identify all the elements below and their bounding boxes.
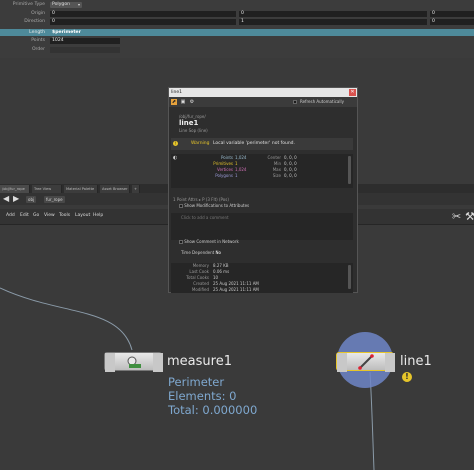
meta-value: 25 Aug 2021 11:11 AM <box>213 287 259 292</box>
gear-icon[interactable]: ⚙ <box>189 99 195 105</box>
forward-arrow-icon[interactable]: ▶ <box>13 195 19 203</box>
node-info-window[interactable]: line1 ✕ ⬈ ▣ ⚙ Refresh Automatically /obj… <box>168 87 358 293</box>
point-attributes: 1 Point Attrs ▸ P (3 Flt) (Pos) <box>173 197 229 202</box>
stat-key: Size <box>272 173 281 178</box>
param-direction: Direction 0 1 0 <box>0 18 474 25</box>
geometry-stats: ◐ Points 1,024 Primitives 1 Vertices 1,0… <box>171 154 353 188</box>
warning-row: ! Warning Local variable 'perimeter' not… <box>171 138 353 150</box>
param-label: Order <box>31 47 45 52</box>
measure-node[interactable] <box>104 352 163 372</box>
menu-edit[interactable]: Edit <box>20 213 29 218</box>
node-type: Line Sop (line) <box>179 128 208 133</box>
param-label: Primitive Type <box>12 2 45 7</box>
add-tab-button[interactable]: + <box>132 185 140 193</box>
stat-value: 1 <box>235 173 238 178</box>
origin-x-field[interactable]: 0 <box>50 10 236 17</box>
warning-label: Warning <box>191 141 210 146</box>
tools-icon[interactable]: ⚒ <box>465 211 474 222</box>
menu-layout[interactable]: Layout <box>75 213 90 218</box>
comment-box[interactable]: Click to add a comment <box>171 213 353 240</box>
param-label: Length <box>29 30 45 35</box>
breadcrumb-obj[interactable]: obj <box>26 196 37 203</box>
order-field[interactable] <box>50 46 120 53</box>
wrench-icon[interactable]: ✂ <box>452 211 461 222</box>
line-node[interactable] <box>336 352 395 372</box>
show-comment-row[interactable]: Show Comment in Network <box>171 239 353 244</box>
breadcrumb-fur-rope[interactable]: fur_rope <box>44 196 65 203</box>
tab-material-palette[interactable]: Material Palette <box>64 185 98 193</box>
warning-text: Local variable 'perimeter' not found. <box>213 141 295 146</box>
time-dependent-label: Time Dependent <box>181 250 215 255</box>
primitive-type-dropdown[interactable]: Polygon ▾ <box>50 1 82 8</box>
tab-network[interactable]: /obj/fur_rope <box>0 185 30 193</box>
tab-asset-browser[interactable]: Asset Browser <box>100 185 130 193</box>
stat-value: 0, 0, 0 <box>284 173 297 178</box>
menu-tools[interactable]: Tools <box>59 213 70 218</box>
info-line: Elements: 0 <box>168 389 237 403</box>
menu-help[interactable]: Help <box>93 213 103 218</box>
parameter-editor: Primitive Type Polygon ▾ Origin 0 0 0 Di… <box>0 0 474 58</box>
show-modifications-label: Show Modifications to Attributes <box>184 203 250 208</box>
dropdown-value: Polygon <box>52 1 71 7</box>
info-toolbar: ⬈ ▣ ⚙ Refresh Automatically <box>169 97 357 107</box>
node-name: line1 <box>179 119 199 127</box>
menu-go[interactable]: Go <box>33 213 39 218</box>
meta-scrollbar[interactable] <box>348 265 351 289</box>
measure-node-label: measure1 <box>167 354 232 369</box>
chevron-down-icon: ▾ <box>77 1 80 7</box>
param-label: Origin <box>31 11 45 16</box>
info-titlebar[interactable]: line1 ✕ <box>169 88 357 97</box>
geometry-icon: ◐ <box>173 155 178 161</box>
comment-input[interactable]: Click to add a comment <box>181 215 229 220</box>
origin-z-field[interactable]: 0 <box>430 10 474 17</box>
direction-y-field[interactable]: 1 <box>239 18 427 25</box>
warning-icon[interactable]: ! <box>402 372 412 382</box>
param-length: Length $perimeter <box>0 29 474 36</box>
param-origin: Origin 0 0 0 <box>0 10 474 17</box>
refresh-auto-label: Refresh Automatically <box>300 99 344 104</box>
param-label: Points <box>31 38 45 43</box>
stats-scrollbar[interactable] <box>348 156 351 184</box>
back-arrow-icon[interactable]: ◀ <box>3 195 9 203</box>
measure-node-info: Perimeter Elements: 0 Total: 0.000000 <box>168 375 257 417</box>
param-primitive-type: Primitive Type Polygon ▾ <box>0 1 474 8</box>
time-dependent-value: No <box>215 250 221 255</box>
info-window-title: line1 <box>171 90 182 95</box>
cook-info: Memory 8.27 KB Last Cook 0.06 ms Total C… <box>171 263 353 293</box>
direction-x-field[interactable]: 0 <box>50 18 236 25</box>
stat-key: Polygons <box>215 173 233 178</box>
wire-into-measure <box>0 287 133 351</box>
menu-add[interactable]: Add <box>6 213 15 218</box>
show-comment-checkbox[interactable] <box>179 240 183 244</box>
close-icon[interactable]: ✕ <box>349 89 356 96</box>
info-line: Total: 0.000000 <box>168 403 258 417</box>
warning-icon: ! <box>173 141 178 146</box>
refresh-icon[interactable]: ▣ <box>180 99 186 105</box>
origin-y-field[interactable]: 0 <box>239 10 427 17</box>
direction-z-field[interactable]: 0 <box>430 18 474 25</box>
length-field[interactable]: $perimeter <box>50 29 474 36</box>
param-order: Order <box>0 46 474 53</box>
info-header: /obj/fur_rope/ line1 Line Sop (line) <box>171 114 353 133</box>
menu-view[interactable]: View <box>44 213 55 218</box>
measure-icon <box>105 353 163 372</box>
info-line: Perimeter <box>168 375 225 389</box>
line-node-label: line1 <box>400 354 432 369</box>
line-icon <box>337 353 395 372</box>
time-dependent-row: Time Dependent No <box>171 250 353 255</box>
meta-key: Modified <box>191 287 209 292</box>
pin-icon[interactable]: ⬈ <box>171 99 177 105</box>
show-modifications-checkbox[interactable] <box>179 204 183 208</box>
show-modifications-row[interactable]: Show Modifications to Attributes <box>171 203 353 208</box>
points-field[interactable]: 1024 <box>50 37 120 44</box>
refresh-auto-checkbox[interactable] <box>293 97 297 107</box>
show-comment-label: Show Comment in Network <box>184 239 239 244</box>
param-points: Points 1024 <box>0 37 474 44</box>
tab-tree-view[interactable]: Tree View <box>32 185 62 193</box>
param-label: Direction <box>24 19 45 24</box>
